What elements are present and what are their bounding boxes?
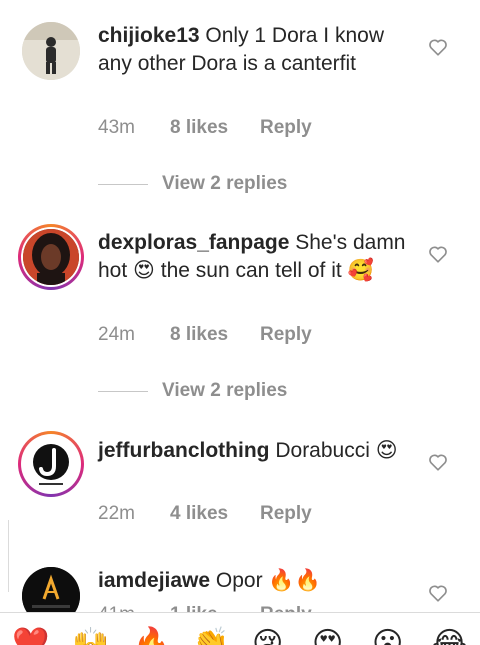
j-logo-icon bbox=[23, 436, 79, 492]
comment-time: 24m bbox=[98, 324, 135, 345]
avatar[interactable] bbox=[22, 22, 80, 80]
reaction-clap-icon[interactable]: 👏 bbox=[192, 627, 229, 645]
reaction-heart-eyes-icon[interactable]: 😍 bbox=[312, 627, 343, 645]
view-replies-divider bbox=[98, 183, 148, 185]
comment-meta: 22m 4 likes Reply bbox=[98, 503, 312, 525]
view-replies-button[interactable]: View 2 replies bbox=[98, 380, 287, 402]
like-heart-icon[interactable] bbox=[428, 584, 448, 602]
avatar bbox=[23, 229, 79, 285]
comment-text: dexploras_fanpage She's damn hot 😍 the s… bbox=[98, 229, 418, 285]
comment-username[interactable]: jeffurbanclothing bbox=[98, 439, 270, 462]
view-replies-button[interactable]: View 2 replies bbox=[98, 173, 287, 195]
avatar-photo-icon bbox=[23, 229, 79, 285]
comment-text: jeffurbanclothing Dorabucci 😍 bbox=[98, 437, 418, 465]
comment-username[interactable]: iamdejiawe bbox=[98, 569, 210, 592]
comment-text: iamdejiawe Opor 🔥🔥 bbox=[98, 567, 418, 595]
panel-edge bbox=[8, 520, 11, 592]
story-ring[interactable] bbox=[18, 224, 84, 290]
like-heart-icon[interactable] bbox=[428, 245, 448, 263]
comment-time: 22m bbox=[98, 503, 135, 524]
like-heart-icon[interactable] bbox=[428, 38, 448, 56]
reply-button[interactable]: Reply bbox=[260, 503, 312, 525]
comment-text: chijioke13 Only 1 Dora I know any other … bbox=[98, 22, 418, 78]
comment-likes[interactable]: 8 likes bbox=[170, 117, 260, 139]
avatar bbox=[23, 436, 79, 492]
reaction-raised-hands-icon[interactable]: 🙌 bbox=[72, 627, 109, 645]
reaction-laughing-icon[interactable]: 😂 bbox=[432, 627, 467, 645]
comment-likes[interactable]: 8 likes bbox=[170, 324, 260, 346]
view-replies-label: View 2 replies bbox=[162, 380, 288, 401]
comment-time: 43m bbox=[98, 117, 135, 138]
reply-button[interactable]: Reply bbox=[260, 117, 312, 139]
comment-username[interactable]: dexploras_fanpage bbox=[98, 231, 289, 254]
view-replies-label: View 2 replies bbox=[162, 173, 288, 194]
view-replies-divider bbox=[98, 390, 148, 392]
story-ring[interactable] bbox=[18, 431, 84, 497]
comment-meta: 24m 8 likes Reply bbox=[98, 324, 312, 346]
like-heart-icon[interactable] bbox=[428, 453, 448, 471]
quick-reactions-bar: ❤️ 🙌 🔥 👏 😢 😍 😮 😂 bbox=[0, 612, 480, 645]
reaction-heart-icon[interactable]: ❤️ bbox=[12, 627, 49, 645]
comment-meta: 43m 8 likes Reply bbox=[98, 117, 312, 139]
reaction-surprised-icon[interactable]: 😮 bbox=[372, 627, 403, 645]
comment-username[interactable]: chijioke13 bbox=[98, 24, 200, 47]
comment-likes[interactable]: 4 likes bbox=[170, 503, 260, 525]
reaction-fire-icon[interactable]: 🔥 bbox=[133, 627, 170, 645]
reply-button[interactable]: Reply bbox=[260, 324, 312, 346]
avatar-photo-icon bbox=[22, 22, 80, 80]
reaction-crying-icon[interactable]: 😢 bbox=[252, 627, 283, 645]
comment-body: Opor 🔥🔥 bbox=[215, 569, 321, 592]
comment-body: Dorabucci 😍 bbox=[275, 439, 398, 462]
